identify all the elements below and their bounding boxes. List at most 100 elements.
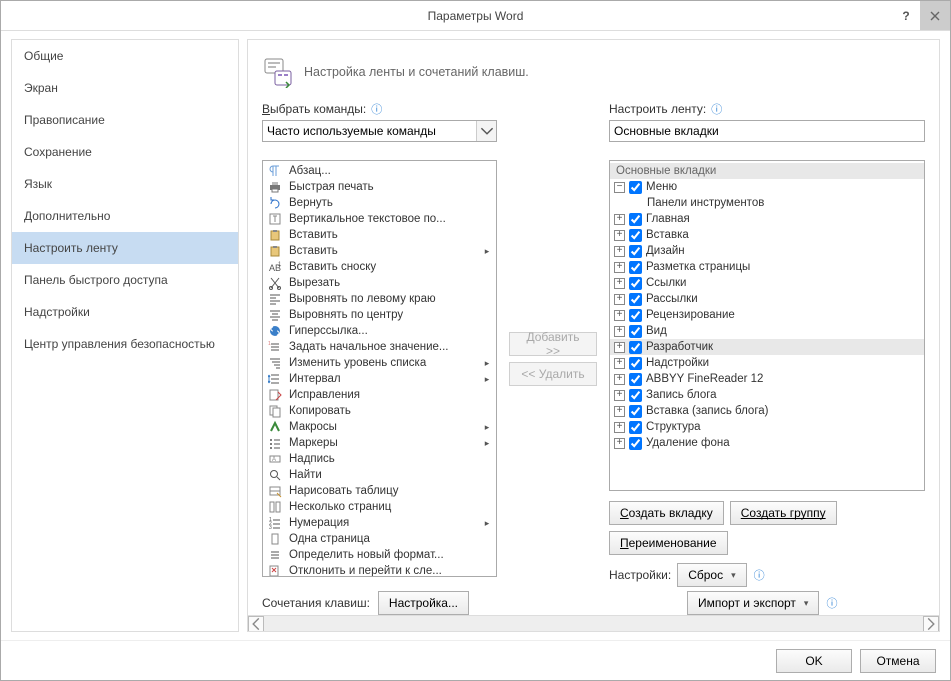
ribbon-tab-checkbox[interactable] <box>629 373 642 386</box>
info-icon[interactable] <box>825 597 838 610</box>
sidebar-item-display[interactable]: Экран <box>12 72 238 104</box>
ribbon-tab-checkbox[interactable] <box>629 357 642 370</box>
expand-icon[interactable]: + <box>614 374 625 385</box>
close-button[interactable] <box>920 1 950 30</box>
ribbon-tab-checkbox[interactable] <box>629 341 642 354</box>
new-group-button[interactable]: Создать группу <box>730 501 837 525</box>
command-item[interactable]: Маркеры▸ <box>263 435 496 451</box>
ribbon-tab-checkbox[interactable] <box>629 437 642 450</box>
expand-icon[interactable]: + <box>614 294 625 305</box>
sidebar-item-proofing[interactable]: Правописание <box>12 104 238 136</box>
sidebar-item-advanced[interactable]: Дополнительно <box>12 200 238 232</box>
ribbon-tree-node[interactable]: −Меню <box>610 179 924 195</box>
ribbon-scope-combo[interactable] <box>609 120 925 142</box>
command-item[interactable]: Вертикальное текстовое по... <box>263 211 496 227</box>
new-tab-button[interactable]: Создать вкладку <box>609 501 724 525</box>
sidebar-item-language[interactable]: Язык <box>12 168 238 200</box>
ribbon-tab-checkbox[interactable] <box>629 293 642 306</box>
ribbon-tab-checkbox[interactable] <box>629 389 642 402</box>
command-item[interactable]: Исправления <box>263 387 496 403</box>
info-icon[interactable] <box>710 103 723 116</box>
ribbon-tab-checkbox[interactable] <box>629 245 642 258</box>
expand-icon[interactable]: + <box>614 358 625 369</box>
horizontal-scrollbar[interactable] <box>248 615 939 631</box>
sidebar-item-quick-access[interactable]: Панель быстрого доступа <box>12 264 238 296</box>
scroll-right-icon[interactable] <box>923 616 939 632</box>
command-item[interactable]: Выровнять по левому краю <box>263 291 496 307</box>
ribbon-tree-node[interactable]: +Надстройки <box>610 355 924 371</box>
ribbon-tab-checkbox[interactable] <box>629 421 642 434</box>
command-item[interactable]: 1Задать начальное значение... <box>263 339 496 355</box>
ribbon-tree-node[interactable]: +Ссылки <box>610 275 924 291</box>
ribbon-tab-checkbox[interactable] <box>629 181 642 194</box>
command-item[interactable]: 123Нумерация▸ <box>263 515 496 531</box>
expand-icon[interactable]: + <box>614 246 625 257</box>
command-item[interactable]: Отклонить и перейти к сле... <box>263 563 496 576</box>
sidebar-item-general[interactable]: Общие <box>12 40 238 72</box>
ribbon-tab-checkbox[interactable] <box>629 277 642 290</box>
command-item[interactable]: Быстрая печать <box>263 179 496 195</box>
import-export-button[interactable]: Импорт и экспорт <box>687 591 819 615</box>
ribbon-tree-node[interactable]: +Запись блога <box>610 387 924 403</box>
add-button[interactable]: Добавить >> <box>509 332 597 356</box>
ribbon-tree-node[interactable]: +Рассылки <box>610 291 924 307</box>
ribbon-tree-node[interactable]: +Разработчик <box>610 339 924 355</box>
info-icon[interactable] <box>753 569 766 582</box>
command-item[interactable]: Макросы▸ <box>263 419 496 435</box>
expand-icon[interactable]: + <box>614 422 625 433</box>
ribbon-tree-node[interactable]: +ABBYY FineReader 12 <box>610 371 924 387</box>
ribbon-tree-node[interactable]: +Панели инструментов <box>610 195 924 211</box>
collapse-icon[interactable]: − <box>614 182 625 193</box>
ribbon-tree-node[interactable]: +Разметка страницы <box>610 259 924 275</box>
command-item[interactable]: Вырезать <box>263 275 496 291</box>
hotkeys-customize-button[interactable]: Настройка... <box>378 591 469 615</box>
expand-icon[interactable]: + <box>614 326 625 337</box>
command-item[interactable]: Гиперссылка... <box>263 323 496 339</box>
reset-button[interactable]: Сброс <box>677 563 746 587</box>
help-button[interactable]: ? <box>892 1 920 30</box>
expand-icon[interactable]: + <box>614 278 625 289</box>
command-item[interactable]: Определить новый формат... <box>263 547 496 563</box>
rename-button[interactable]: Переименование <box>609 531 728 555</box>
sidebar-item-save[interactable]: Сохранение <box>12 136 238 168</box>
expand-icon[interactable]: + <box>614 438 625 449</box>
expand-icon[interactable]: + <box>614 406 625 417</box>
scroll-left-icon[interactable] <box>248 616 264 632</box>
ribbon-tree-node[interactable]: +Главная <box>610 211 924 227</box>
commands-listbox[interactable]: Абзац...Быстрая печатьВернутьВертикально… <box>262 160 497 577</box>
command-item[interactable]: Одна страница <box>263 531 496 547</box>
expand-icon[interactable]: + <box>614 262 625 273</box>
command-item[interactable]: Выровнять по центру <box>263 307 496 323</box>
ribbon-tab-checkbox[interactable] <box>629 325 642 338</box>
ribbon-tab-checkbox[interactable] <box>629 261 642 274</box>
sidebar-item-trust-center[interactable]: Центр управления безопасностью <box>12 328 238 360</box>
command-item[interactable]: Несколько страниц <box>263 499 496 515</box>
command-item[interactable]: Вставить <box>263 227 496 243</box>
ribbon-tree-node[interactable]: +Удаление фона <box>610 435 924 451</box>
ribbon-tree-node[interactable]: +Рецензирование <box>610 307 924 323</box>
command-item[interactable]: Нарисовать таблицу <box>263 483 496 499</box>
ribbon-tree-node[interactable]: +Вставка (запись блога) <box>610 403 924 419</box>
ribbon-tab-checkbox[interactable] <box>629 405 642 418</box>
ribbon-tree[interactable]: Основные вкладки −Меню+Панели инструмент… <box>609 160 925 491</box>
ribbon-tree-node[interactable]: +Дизайн <box>610 243 924 259</box>
sidebar-item-addins[interactable]: Надстройки <box>12 296 238 328</box>
ribbon-tree-node[interactable]: +Вид <box>610 323 924 339</box>
expand-icon[interactable]: + <box>614 214 625 225</box>
sidebar-item-customize-ribbon[interactable]: Настроить ленту <box>12 232 238 264</box>
ribbon-tab-checkbox[interactable] <box>629 309 642 322</box>
ribbon-tab-checkbox[interactable] <box>629 229 642 242</box>
cancel-button[interactable]: Отмена <box>860 649 936 673</box>
ribbon-tree-node[interactable]: +Вставка <box>610 227 924 243</box>
command-item[interactable]: Копировать <box>263 403 496 419</box>
expand-icon[interactable]: + <box>614 342 625 353</box>
expand-icon[interactable]: + <box>614 310 625 321</box>
command-item[interactable]: AНадпись <box>263 451 496 467</box>
choose-commands-combo[interactable] <box>262 120 497 142</box>
command-item[interactable]: Вставить▸ <box>263 243 496 259</box>
ribbon-tree-node[interactable]: +Структура <box>610 419 924 435</box>
command-item[interactable]: AB1Вставить сноску <box>263 259 496 275</box>
remove-button[interactable]: << Удалить <box>509 362 597 386</box>
command-item[interactable]: Изменить уровень списка▸ <box>263 355 496 371</box>
expand-icon[interactable]: + <box>614 230 625 241</box>
